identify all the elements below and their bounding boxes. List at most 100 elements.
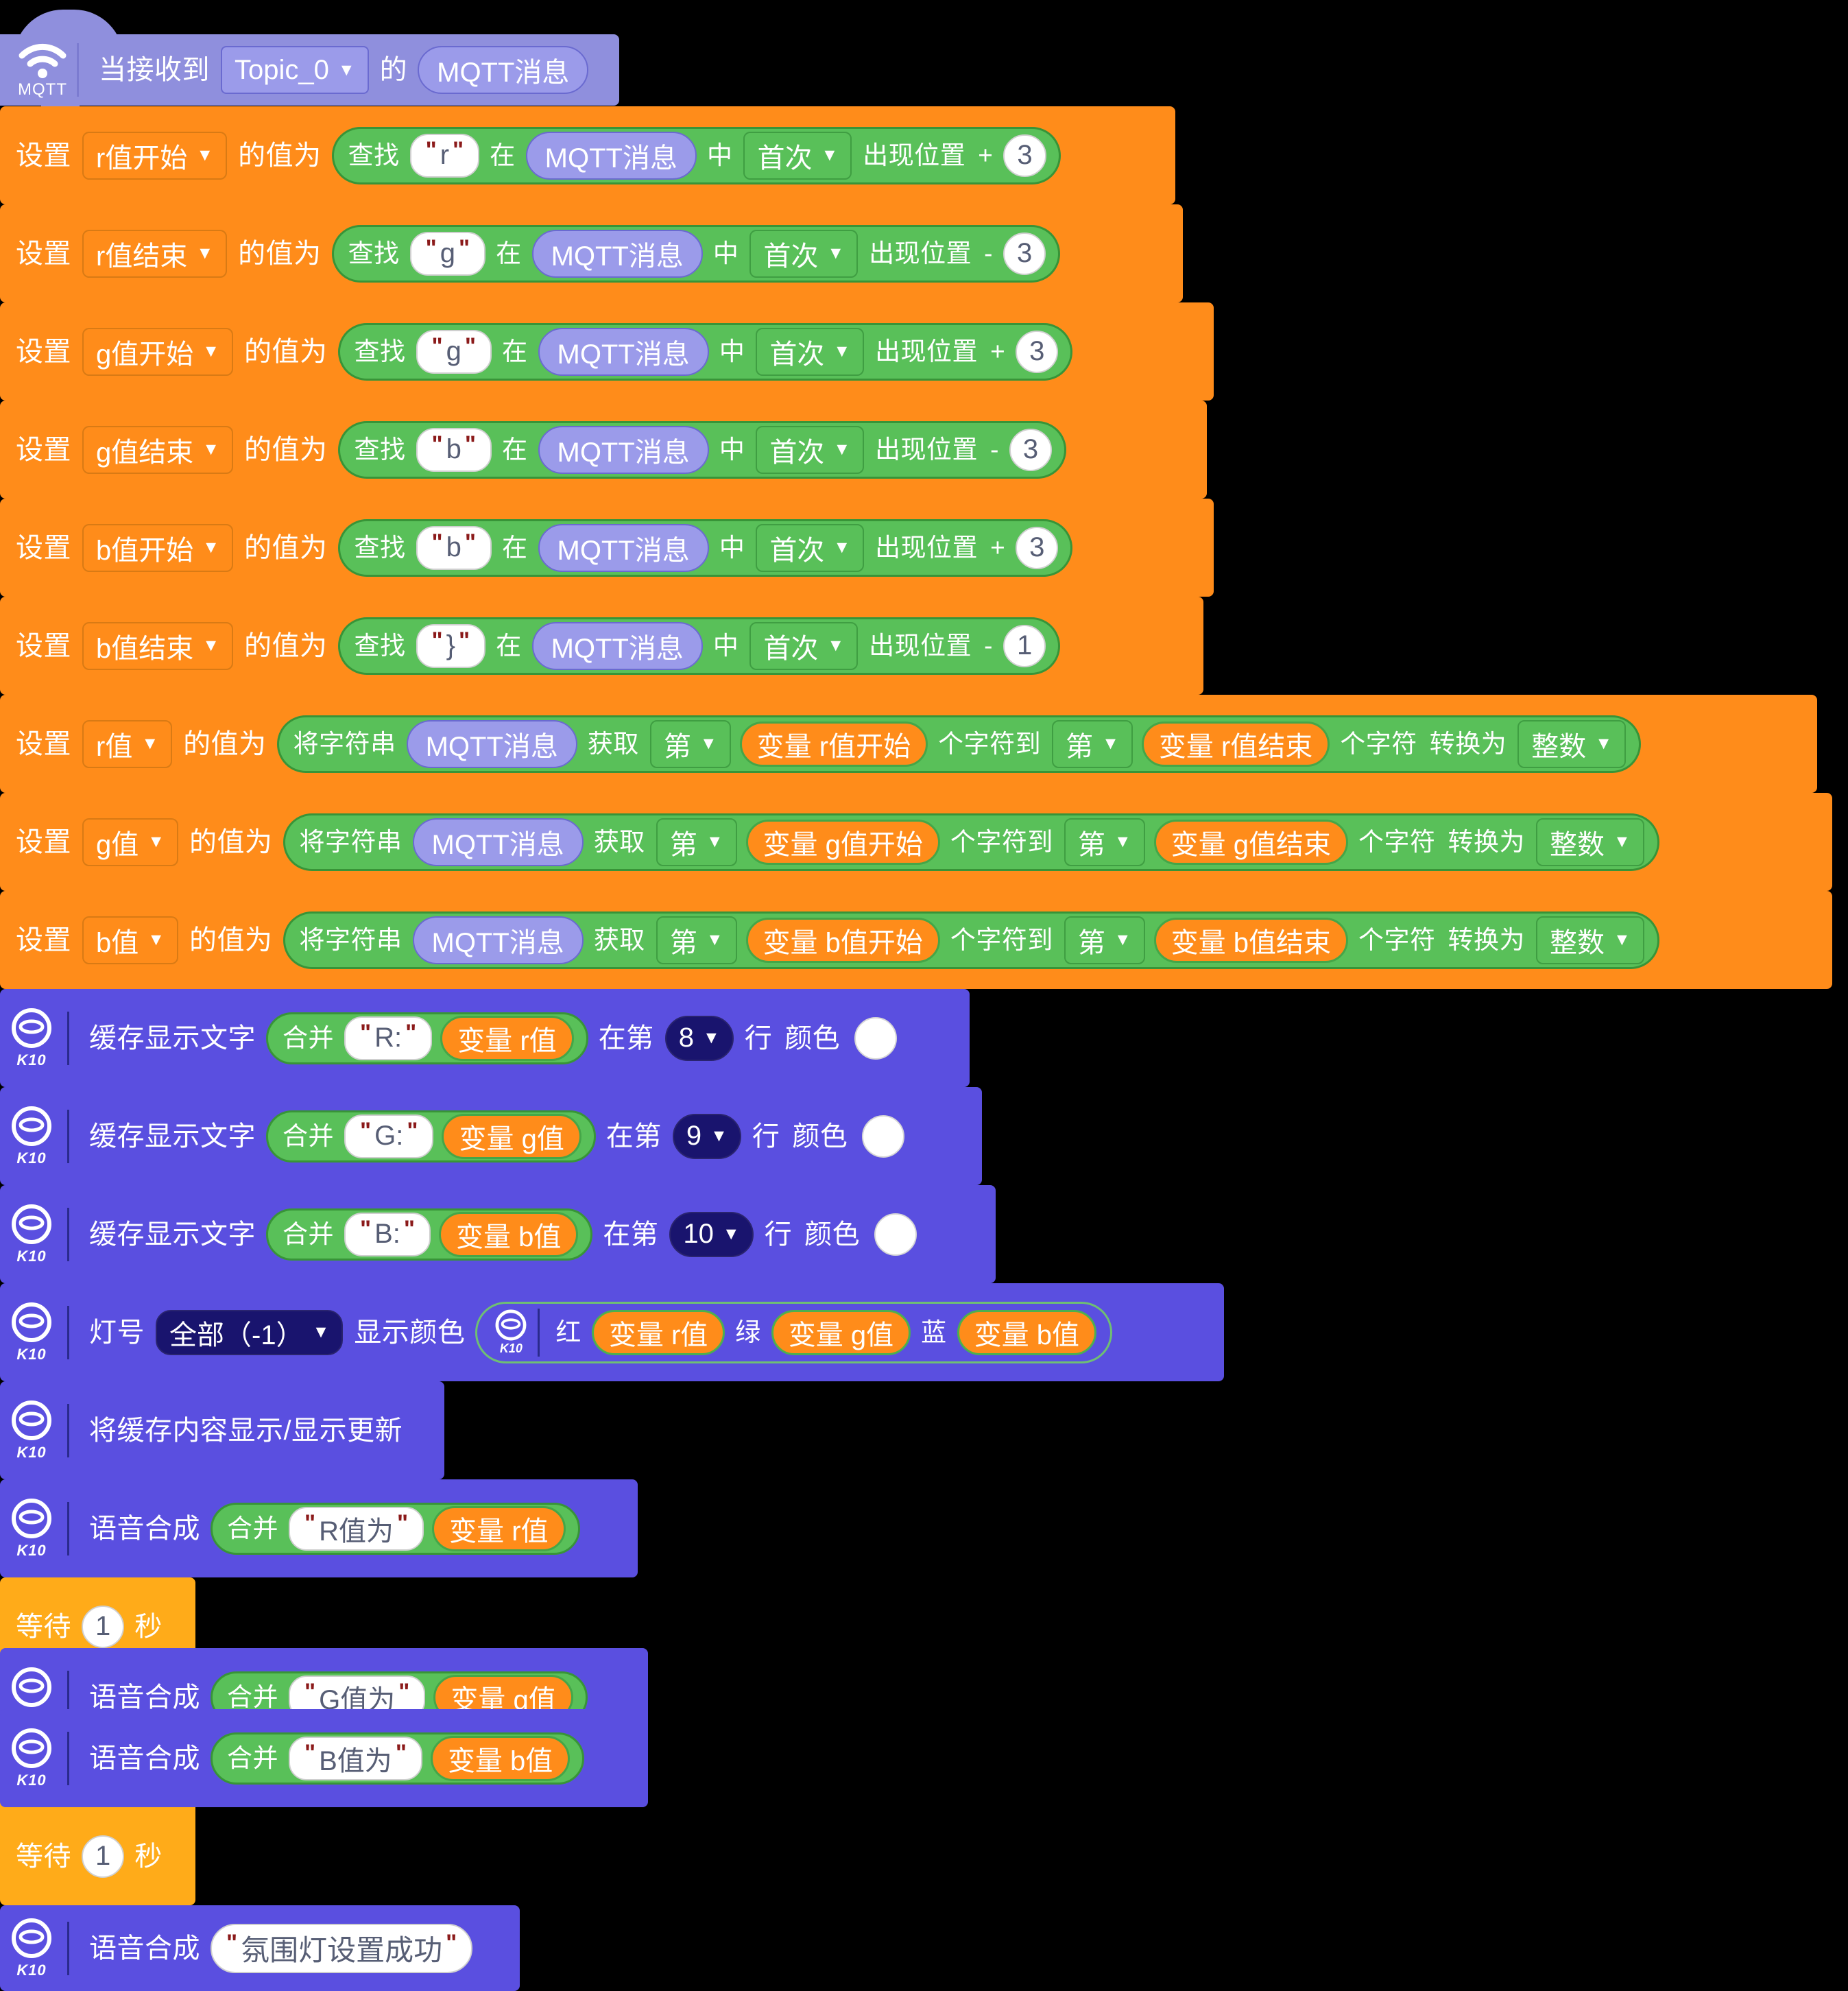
join-text-input[interactable]: " R值为 "	[289, 1506, 424, 1551]
nth-start-dropdown[interactable]: 第 ▼	[649, 719, 731, 768]
join-reporter[interactable]: 合并 " R值为 " 变量 r值	[211, 1502, 580, 1555]
mqtt-message-reporter[interactable]: MQTT消息	[538, 523, 709, 572]
row-dropdown[interactable]: 10 ▼	[669, 1211, 754, 1257]
convert-type-dropdown[interactable]: 整数 ▼	[1536, 818, 1644, 866]
mqtt-message-reporter[interactable]: MQTT消息	[531, 229, 703, 278]
mqtt-message-reporter[interactable]: MQTT消息	[418, 46, 589, 94]
set-variable-block[interactable]: 设置 g值结束 ▼ 的值为 查找 " b " 在 MQTT消息 中 首次 ▼ 出现位置…	[0, 401, 1207, 505]
occurrence-dropdown[interactable]: 首次 ▼	[756, 327, 865, 376]
join-text-input[interactable]: " B值为 "	[289, 1736, 422, 1780]
join-reporter[interactable]: 合并 " R: " 变量 r值	[266, 1012, 588, 1064]
variable-dropdown[interactable]: r值 ▼	[82, 719, 173, 768]
join-variable-reporter[interactable]: 变量 b值	[439, 1211, 579, 1257]
join-variable-reporter[interactable]: 变量 r值	[440, 1015, 574, 1061]
speech-synthesis-block-b[interactable]: K10 语音合成 合并 " B值为 " 变量 b值	[0, 1709, 648, 1814]
join-variable-reporter[interactable]: 变量 r值	[432, 1505, 566, 1551]
set-variable-block[interactable]: 设置 r值结束 ▼ 的值为 查找 " g " 在 MQTT消息 中 首次 ▼ 出现位置…	[0, 204, 1183, 309]
mqtt-message-reporter[interactable]: MQTT消息	[538, 327, 709, 376]
red-variable-reporter[interactable]: 变量 r值	[591, 1309, 725, 1355]
variable-dropdown[interactable]: g值结束 ▼	[82, 425, 233, 474]
set-variable-block[interactable]: 设置 r值 ▼ 的值为 将字符串 MQTT消息 获取 第 ▼ 变量 r值开始 个字符…	[0, 695, 1817, 800]
rgb-color-reporter[interactable]: K10 红 变量 r值 绿 变量 g值 蓝 变量 b值	[475, 1301, 1112, 1363]
end-variable-reporter[interactable]: 变量 r值结束	[1141, 721, 1330, 767]
operand-input[interactable]: 1	[1003, 624, 1046, 667]
set-variable-block[interactable]: 设置 b值 ▼ 的值为 将字符串 MQTT消息 获取 第 ▼ 变量 b值开始 个字符…	[0, 891, 1832, 996]
find-position-reporter[interactable]: 查找 "} " 在 MQTT消息 中 首次 ▼ 出现位置 - 1	[337, 617, 1061, 675]
join-variable-reporter[interactable]: 变量 b值	[430, 1735, 571, 1781]
join-text-input[interactable]: " R: "	[344, 1016, 433, 1060]
operand-input[interactable]: 3	[1003, 232, 1046, 275]
join-reporter[interactable]: 合并 " B: " 变量 b值	[266, 1208, 593, 1261]
row-dropdown[interactable]: 8 ▼	[664, 1015, 734, 1061]
substring-convert-reporter[interactable]: 将字符串 MQTT消息 获取 第 ▼ 变量 g值开始 个字符到 第 ▼ 变量 g值结…	[283, 813, 1659, 871]
hat-block-mqtt-received[interactable]: MQTT 当接收到 Topic_0 ▼ 的 MQTT消息	[0, 10, 619, 114]
variable-dropdown[interactable]: g值 ▼	[82, 818, 178, 866]
needle-input[interactable]: " b "	[416, 427, 492, 472]
mqtt-message-reporter[interactable]: MQTT消息	[531, 621, 703, 670]
convert-type-dropdown[interactable]: 整数 ▼	[1517, 719, 1627, 768]
mqtt-message-reporter[interactable]: MQTT消息	[412, 916, 584, 964]
cache-display-text-block[interactable]: K10 缓存显示文字 合并 " G: " 变量 g值 在第 9 ▼ 行 颜色	[0, 1087, 982, 1192]
end-variable-reporter[interactable]: 变量 b值结束	[1153, 917, 1349, 963]
wait-duration-input[interactable]: 1	[82, 1605, 125, 1648]
operand-input[interactable]: 3	[1016, 526, 1059, 569]
wait-seconds-block-b[interactable]: 等待 1 秒	[0, 1807, 195, 1912]
occurrence-dropdown[interactable]: 首次 ▼	[756, 425, 865, 474]
convert-type-dropdown[interactable]: 整数 ▼	[1536, 916, 1644, 964]
nth-start-dropdown[interactable]: 第 ▼	[656, 818, 737, 866]
nth-end-dropdown[interactable]: 第 ▼	[1064, 916, 1145, 964]
find-position-reporter[interactable]: 查找 " b " 在 MQTT消息 中 首次 ▼ 出现位置 - 3	[337, 420, 1067, 479]
cache-display-text-block[interactable]: K10 缓存显示文字 合并 " B: " 变量 b值 在第 10 ▼ 行 颜色	[0, 1185, 996, 1290]
color-swatch[interactable]	[862, 1114, 905, 1158]
join-text-input[interactable]: " B: "	[344, 1212, 431, 1256]
led-show-color-block[interactable]: K10 灯号 全部（-1） ▼ 显示颜色 K10 红 变量 r值 绿 变量 g值 …	[0, 1283, 1224, 1388]
start-variable-reporter[interactable]: 变量 b值开始	[745, 917, 940, 963]
topic-dropdown[interactable]: Topic_0 ▼	[221, 46, 369, 94]
blue-variable-reporter[interactable]: 变量 b值	[957, 1309, 1096, 1355]
operand-input[interactable]: 3	[1003, 134, 1046, 177]
needle-input[interactable]: " g "	[409, 231, 486, 276]
join-reporter[interactable]: 合并 " G: " 变量 g值	[266, 1110, 596, 1163]
set-variable-block[interactable]: 设置 r值开始 ▼ 的值为 查找 " r " 在 MQTT消息 中 首次 ▼ 出现位置…	[0, 106, 1175, 211]
green-variable-reporter[interactable]: 变量 g值	[771, 1309, 911, 1355]
needle-input[interactable]: " g "	[416, 329, 492, 374]
join-text-input[interactable]: " G: "	[344, 1114, 434, 1158]
cache-display-text-block[interactable]: K10 缓存显示文字 合并 " R: " 变量 r值 在第 8 ▼ 行 颜色	[0, 989, 970, 1094]
needle-input[interactable]: " b "	[416, 525, 492, 570]
wait-duration-input[interactable]: 1	[82, 1835, 125, 1878]
color-swatch[interactable]	[874, 1213, 917, 1256]
mqtt-message-reporter[interactable]: MQTT消息	[406, 719, 577, 768]
final-speech-block[interactable]: K10 语音合成 " 氛围灯设置成功 "	[0, 1905, 520, 1991]
occurrence-dropdown[interactable]: 首次 ▼	[756, 523, 865, 572]
find-position-reporter[interactable]: 查找 " g " 在 MQTT消息 中 首次 ▼ 出现位置 - 3	[331, 224, 1061, 283]
substring-convert-reporter[interactable]: 将字符串 MQTT消息 获取 第 ▼ 变量 r值开始 个字符到 第 ▼ 变量 r值结…	[276, 715, 1642, 773]
speech-synthesis-block[interactable]: K10 语音合成 合并 " R值为 " 变量 r值	[0, 1479, 638, 1584]
color-swatch[interactable]	[854, 1016, 898, 1060]
refresh-display-block[interactable]: K10 将缓存内容显示/显示更新	[0, 1381, 444, 1486]
variable-dropdown[interactable]: g值开始 ▼	[82, 327, 233, 376]
variable-dropdown[interactable]: b值 ▼	[82, 916, 178, 964]
needle-input[interactable]: " r "	[409, 133, 480, 178]
join-reporter[interactable]: 合并 " B值为 " 变量 b值	[211, 1732, 585, 1785]
operand-input[interactable]: 3	[1016, 330, 1059, 373]
start-variable-reporter[interactable]: 变量 g值开始	[745, 819, 940, 865]
variable-dropdown[interactable]: r值开始 ▼	[82, 131, 228, 180]
operand-input[interactable]: 3	[1009, 428, 1053, 471]
end-variable-reporter[interactable]: 变量 g值结束	[1153, 819, 1349, 865]
set-variable-block[interactable]: 设置 g值开始 ▼ 的值为 查找 " g " 在 MQTT消息 中 首次 ▼ 出现位置…	[0, 302, 1214, 407]
occurrence-dropdown[interactable]: 首次 ▼	[749, 621, 859, 670]
row-dropdown[interactable]: 9 ▼	[672, 1113, 741, 1159]
lamp-index-dropdown[interactable]: 全部（-1） ▼	[156, 1309, 344, 1355]
mqtt-message-reporter[interactable]: MQTT消息	[412, 818, 584, 866]
find-position-reporter[interactable]: 查找 " g " 在 MQTT消息 中 首次 ▼ 出现位置 + 3	[337, 322, 1073, 381]
nth-start-dropdown[interactable]: 第 ▼	[656, 916, 737, 964]
nth-end-dropdown[interactable]: 第 ▼	[1052, 719, 1133, 768]
set-variable-block[interactable]: 设置 g值 ▼ 的值为 将字符串 MQTT消息 获取 第 ▼ 变量 g值开始 个字符…	[0, 793, 1832, 898]
mqtt-message-reporter[interactable]: MQTT消息	[525, 131, 697, 180]
needle-input[interactable]: "} "	[416, 623, 486, 668]
start-variable-reporter[interactable]: 变量 r值开始	[739, 721, 928, 767]
variable-dropdown[interactable]: r值结束 ▼	[82, 229, 228, 278]
substring-convert-reporter[interactable]: 将字符串 MQTT消息 获取 第 ▼ 变量 b值开始 个字符到 第 ▼ 变量 b值结…	[283, 911, 1659, 969]
find-position-reporter[interactable]: 查找 " r " 在 MQTT消息 中 首次 ▼ 出现位置 + 3	[331, 126, 1061, 184]
variable-dropdown[interactable]: b值结束 ▼	[82, 621, 233, 670]
